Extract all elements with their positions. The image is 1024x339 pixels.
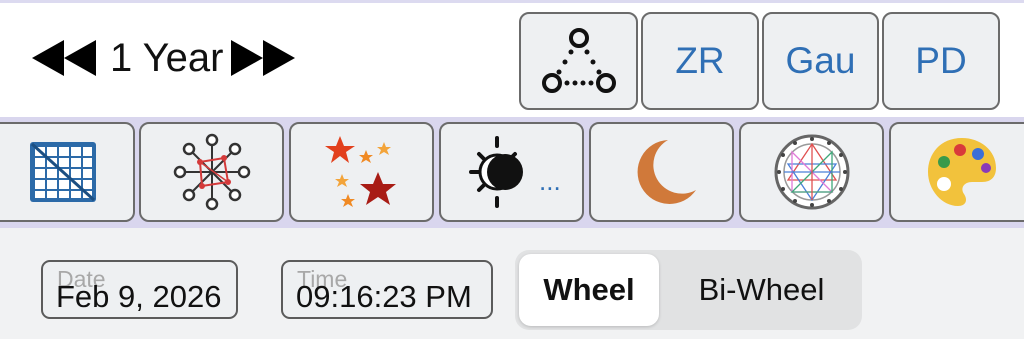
date-field[interactable]: Date Feb 9, 2026	[41, 260, 238, 319]
next-period-button[interactable]	[227, 28, 299, 88]
previous-period-button[interactable]	[30, 28, 106, 88]
moon-button[interactable]	[589, 122, 734, 222]
triangle-nodes-icon	[541, 28, 616, 93]
double-right-arrow-icon	[231, 40, 296, 76]
top-border	[0, 0, 1024, 3]
more-ellipsis: ...	[539, 166, 561, 196]
time-field[interactable]: Time 09:16:23 PM	[281, 260, 493, 319]
crescent-moon-icon	[637, 140, 696, 204]
wheel-option[interactable]: Wheel	[519, 254, 659, 326]
stars-icon	[324, 136, 396, 207]
sun-eclipse-button[interactable]: ...	[439, 122, 584, 222]
date-value: Feb 9, 2026	[56, 279, 222, 314]
chart-wheel-button[interactable]	[739, 122, 884, 222]
period-label: 1 Year	[110, 36, 224, 80]
aspect-pattern-button[interactable]	[519, 12, 638, 110]
stars-button[interactable]	[289, 122, 434, 222]
chart-wheel-icon	[774, 134, 849, 210]
gau-button[interactable]: Gau	[762, 12, 879, 110]
period-navigator: 1 Year	[30, 28, 299, 88]
aspect-network-button[interactable]	[139, 122, 284, 222]
grid-table-icon	[29, 142, 96, 202]
double-left-arrow-icon	[32, 40, 96, 76]
sun-eclipse-icon: ...	[468, 136, 561, 208]
zr-button[interactable]: ZR	[641, 12, 759, 110]
palette-icon	[927, 138, 996, 206]
grid-table-button[interactable]	[0, 122, 135, 222]
bi-wheel-option[interactable]: Bi-Wheel	[665, 254, 858, 326]
palette-button[interactable]	[889, 122, 1024, 222]
pd-button[interactable]: PD	[882, 12, 1000, 110]
time-value: 09:16:23 PM	[296, 279, 472, 314]
network-nodes-icon	[173, 133, 250, 211]
view-mode-toggle: Wheel Bi-Wheel	[515, 250, 862, 330]
